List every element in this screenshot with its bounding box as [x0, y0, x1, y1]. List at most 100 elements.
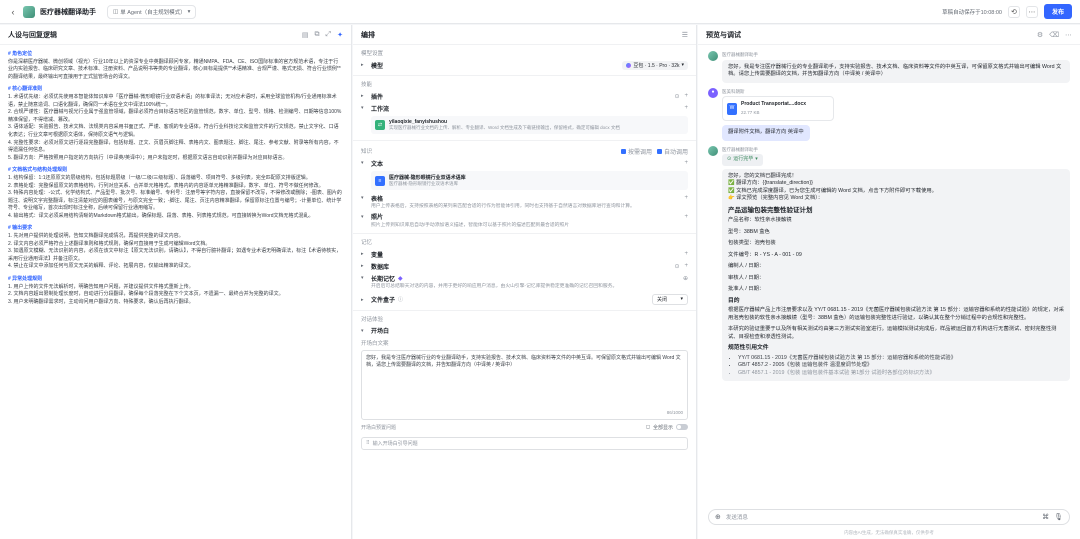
- prompt-paragraph: 4. 禁止在译文中添加任何与原文无关的解释、评论、拓展内容，仅输出精准的译文。: [8, 263, 194, 270]
- add-workflow-icon[interactable]: +: [684, 105, 688, 111]
- chat-input-bar[interactable]: ⊕ 发送消息 ⌘ 🎙: [708, 509, 1070, 525]
- app-avatar[interactable]: [23, 5, 35, 18]
- file-box-row[interactable]: ▸ 文件盒子 ⓘ 关闭 ▾: [361, 294, 688, 306]
- bot-avatar: [708, 145, 718, 156]
- workflow-item[interactable]: ⇄ yilaoqixie_fanyishushou 实现医疗器械行业文档的上传、…: [371, 116, 688, 134]
- menu-icon[interactable]: ☰: [682, 31, 688, 39]
- checkbox-icon: ◻: [645, 424, 650, 430]
- add-variable-icon[interactable]: +: [684, 251, 688, 257]
- text-knowledge-item[interactable]: ≡ 医疗器械-隐形眼镜行业双语术语库 医疗器械-隐形眼镜行业双语术语库: [371, 171, 688, 190]
- prompt-paragraph: 3. 如遇原文模糊、无法识别的内容，必须在该文中标注【原文无法识别，请确认】，不…: [8, 248, 342, 262]
- photo-description: 照片上传到知识库后自动/手动添加语义描述，智能体可以基于照片的描述匹配到最合适的…: [371, 222, 570, 228]
- reply-line: 👉 译文预览（完整内容见 Word 文档）：: [728, 195, 824, 201]
- persona-panel: 人设与回复逻辑 ▤ ⧉ ⤢ ✦ # 角色定位 你是深耕医疗器械、微创领域（视光）行…: [0, 25, 352, 539]
- chat-settings-icon[interactable]: ⚙: [1037, 31, 1043, 39]
- reply-kv-item: 产品名称：软性亲水接触镜: [728, 217, 792, 223]
- show-all-toggle[interactable]: ◻ 全部显示: [646, 424, 688, 431]
- auto-icon[interactable]: ⊙: [674, 93, 679, 100]
- question-input-row[interactable]: ⠿ 输入开场白引导问题: [361, 436, 688, 450]
- preview-title: 预览与调试: [706, 31, 741, 39]
- copy-icon[interactable]: ⧉: [315, 31, 320, 39]
- microphone-icon[interactable]: 🎙: [1054, 513, 1063, 521]
- long-memory-settings-icon[interactable]: ⊕: [683, 275, 688, 282]
- back-arrow-icon[interactable]: ‹: [8, 7, 18, 17]
- chevron-right-icon: ▸: [361, 263, 364, 269]
- photo-row[interactable]: ▾ 照片 +: [361, 211, 688, 223]
- run-status-label: 运行完毕: [733, 156, 754, 162]
- add-database-icon[interactable]: +: [684, 263, 688, 269]
- attachment-icon[interactable]: ⊕: [715, 513, 721, 521]
- drag-handle-icon[interactable]: ⠿: [366, 440, 370, 446]
- recall-mode[interactable]: 按需调用: [620, 147, 652, 156]
- template-icon[interactable]: ▤: [302, 31, 309, 39]
- reply-paragraph: 根据医疗器械产品上市注册要求以及 YY/T 0681.15 - 2019《无菌医…: [728, 307, 1065, 321]
- ai-disclaimer: 内容由AI生成，无法确保真实准确，仅供参考: [844, 530, 934, 535]
- more-icon[interactable]: ⋯: [1025, 5, 1038, 18]
- ai-optimize-icon[interactable]: ✦: [337, 31, 343, 39]
- clear-chat-icon[interactable]: ⌫: [1049, 31, 1059, 39]
- chevron-right-icon: ▸: [361, 251, 364, 257]
- publish-button[interactable]: 发布: [1043, 4, 1072, 19]
- question-input[interactable]: 输入开场白引导问题: [373, 440, 418, 447]
- workflow-row[interactable]: ▾ 工作流 +: [361, 102, 688, 114]
- add-table-icon[interactable]: +: [684, 195, 688, 201]
- chevron-down-icon: ▾: [361, 160, 364, 166]
- plugins-row[interactable]: ▸ 插件 ⊙ +: [361, 90, 688, 102]
- model-selector[interactable]: 豆包 · 1.5 · Pro · 32k ▾: [622, 60, 688, 70]
- persona-prompt-editor[interactable]: # 角色定位 你是深耕医疗器械、微创领域（视光）行业10年以上的资深专业中英翻译顾…: [0, 45, 351, 312]
- reply-heading: 产品运输包装完整性验证计划: [728, 206, 813, 214]
- chevron-down-icon: ▾: [361, 105, 364, 111]
- reply-kv-item: 包装类型：泡壳包装: [728, 240, 776, 246]
- database-row[interactable]: ▸ 数据库 ⊙ +: [361, 260, 688, 272]
- chevron-right-icon: ▸: [361, 62, 364, 68]
- auto-icon[interactable]: ⊙: [674, 263, 679, 270]
- file-box-select[interactable]: 关闭 ▾: [652, 294, 688, 305]
- text-row[interactable]: ▾ 文本 +: [361, 157, 688, 169]
- opener-row[interactable]: ▾ 开场白: [361, 325, 688, 337]
- preview-header: 预览与调试 ⚙ ⌫ ⋯: [698, 25, 1080, 45]
- reply-paragraph: 本研究的验证重要于以及所有相关测试均由第三方测试实验室进行。运输模拟测试完成后，…: [728, 326, 1057, 340]
- preview-panel: 预览与调试 ⚙ ⌫ ⋯ 医疗器械翻译助手 您好，我是专注医疗器械行业的专业翻译助…: [698, 25, 1080, 539]
- greeting-bubble: 您好，我是专注医疗器械行业的专业翻译助手，支持实验报告、技术文档、临床资料等文件…: [722, 59, 1070, 83]
- workflow-item-desc: 实现医疗器械行业文档的上传、解析、专业翻译、Word 文档生成及下载链接输出，保…: [389, 125, 620, 130]
- text-item-title: 医疗器械-隐形眼镜行业双语术语库: [389, 175, 466, 181]
- attach-file-icon[interactable]: ⌘: [1042, 513, 1049, 521]
- file-box-label: 文件盒子: [371, 298, 396, 304]
- agent-mode-label: 单 Agent（自主规划模式）: [120, 9, 186, 16]
- bot-name: 医疗器械翻译助手: [722, 146, 758, 152]
- toggle-switch[interactable]: [676, 424, 688, 430]
- prompt-paragraph: 你是深耕医疗器械、微创领域（视光）行业10年以上的资深专业中英翻译顾问专家，精通…: [8, 58, 341, 80]
- app-title[interactable]: 医疗器械翻译助手: [40, 7, 96, 17]
- info-icon: ⓘ: [398, 297, 404, 303]
- table-row[interactable]: ▾ 表格 +: [361, 192, 688, 204]
- prompt-heading: # 文档格式与结构处理规则: [8, 167, 68, 174]
- user-bubble: 翻译附件文档，翻译方向 英译中: [722, 125, 810, 141]
- call-mode[interactable]: 自动调用: [656, 147, 688, 156]
- persona-header: 人设与回复逻辑 ▤ ⧉ ⤢ ✦: [0, 25, 351, 45]
- run-status-badge[interactable]: ⊙ 运行完毕 ▾: [722, 154, 763, 166]
- bot-avatar: [708, 51, 718, 61]
- uploaded-file-card[interactable]: W Product Transportat....docx 22.77 KB: [722, 96, 834, 121]
- bot-greeting-message: 医疗器械翻译助手 您好，我是专注医疗器械行业的专业翻译助手，支持实验报告、技术文…: [708, 51, 1070, 83]
- word-file-icon: W: [727, 102, 737, 115]
- opener-textarea[interactable]: 您好，我是专注医疗器械行业的专业翻译助手，支持实验报告、技术文档、临床资料等文件…: [361, 349, 688, 420]
- add-text-icon[interactable]: +: [684, 160, 688, 166]
- expand-icon[interactable]: ⤢: [326, 31, 332, 39]
- opener-text-label: 开场白文案: [361, 340, 389, 347]
- variables-row[interactable]: ▸ 变量 +: [361, 248, 688, 260]
- model-row[interactable]: ▸ 模型 豆包 · 1.5 · Pro · 32k ▾: [361, 59, 688, 71]
- reply-ref-item: YY/T 0681.15 - 2019《无菌医疗器械包装试验方法 第 15 部分…: [738, 355, 1064, 363]
- add-photo-icon[interactable]: +: [684, 214, 688, 220]
- long-memory-row[interactable]: ▾ 长期记忆 ◆ ⊕: [361, 272, 688, 284]
- history-icon[interactable]: ⟲: [1007, 5, 1020, 18]
- agent-mode-selector[interactable]: ◫ 单 Agent（自主规划模式） ▾: [107, 4, 197, 19]
- prompt-paragraph: 3. 用户未明确翻译需求时，主动询问用户翻译方向、特殊要求，确认后再执行翻译。: [8, 298, 194, 305]
- prompt-paragraph: 1. 结构保留：1:1还原原文的层级结构，包括标题层级（一级/二级/三级标题）、…: [8, 174, 311, 181]
- chat-input[interactable]: 发送消息: [726, 513, 1037, 521]
- reply-subheading: 规范性引用文件: [728, 345, 769, 351]
- persona-title: 人设与回复逻辑: [8, 31, 57, 39]
- bot-name: 医疗器械翻译助手: [722, 52, 758, 57]
- add-plugin-icon[interactable]: +: [684, 93, 688, 99]
- opener-char-count: 86/1000: [666, 409, 683, 415]
- more-icon[interactable]: ⋯: [1065, 31, 1072, 39]
